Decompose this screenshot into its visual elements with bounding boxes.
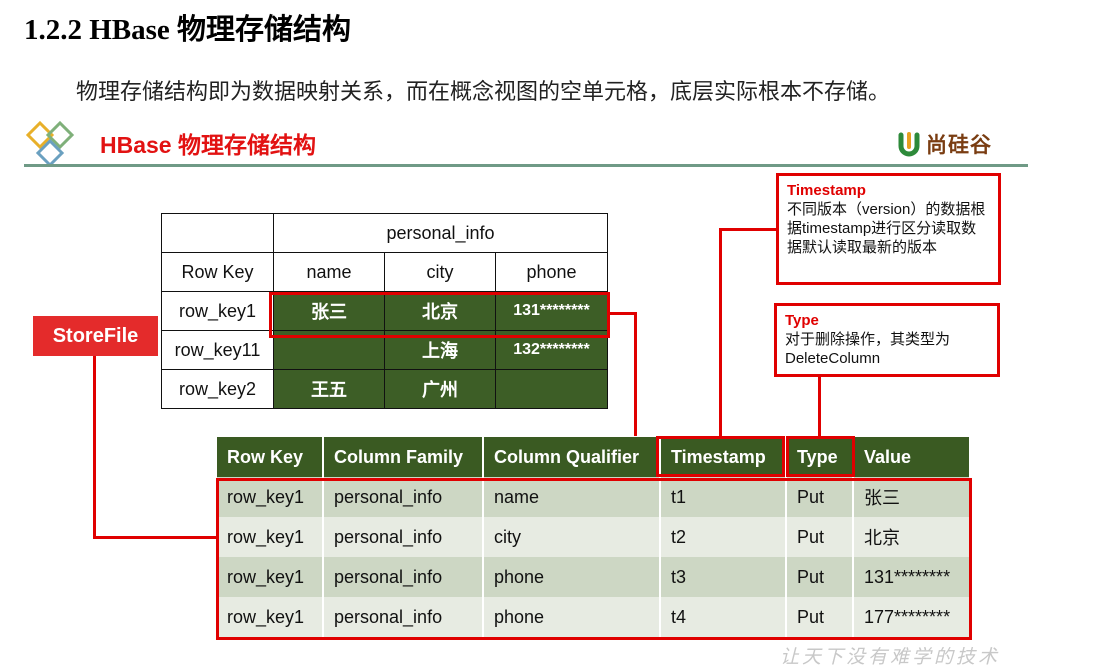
connector-line	[93, 354, 96, 539]
timestamp-header-highlight-box	[656, 436, 785, 477]
page-heading: 1.2.2 HBase 物理存储结构	[24, 14, 352, 46]
header-cell: Value	[853, 437, 969, 477]
header-cell: Column Family	[323, 437, 484, 477]
header-cell: name	[273, 252, 385, 292]
table-row: row_key2 王五 广州	[161, 369, 608, 409]
row-key-cell: row_key1	[161, 291, 274, 331]
connector-line	[607, 312, 637, 315]
header-cell: Row Key	[161, 252, 274, 292]
slide-title: HBase 物理存储结构	[100, 132, 316, 158]
table-row: personal_info	[161, 213, 608, 253]
callout-title: Type	[785, 312, 819, 329]
table-row: Row Key name city phone	[161, 252, 608, 292]
row-key-cell: row_key11	[161, 330, 274, 370]
header-row: Row Key Column Family Column Qualifier T…	[217, 437, 969, 477]
callout-body: 对于删除操作，其类型为DeleteColumn	[785, 331, 951, 367]
column-family-header: personal_info	[273, 213, 608, 253]
brand-logo: 尚硅谷	[896, 130, 992, 158]
data-cell: 王五	[273, 369, 385, 409]
header-cell: Row Key	[217, 437, 324, 477]
row-highlight-box	[269, 292, 610, 338]
header-cell: phone	[495, 252, 608, 292]
header-cell: Column Qualifier	[483, 437, 661, 477]
timestamp-callout: Timestamp 不同版本（version）的数据根据timestamp进行区…	[776, 173, 1001, 285]
data-cell	[495, 369, 608, 409]
storefile-label: StoreFile	[33, 316, 158, 356]
connector-line	[634, 312, 637, 436]
banner-divider	[24, 164, 1028, 167]
connector-line	[818, 376, 821, 436]
empty-corner-cell	[161, 213, 274, 253]
connector-line	[93, 536, 217, 539]
footer-slogan: 让天下没有难学的技术	[780, 646, 1001, 668]
callout-title: Timestamp	[787, 182, 866, 199]
type-callout: Type 对于删除操作，其类型为DeleteColumn	[774, 303, 1000, 377]
callout-body: 不同版本（version）的数据根据timestamp进行区分读取数据默认读取最…	[787, 201, 986, 256]
connector-line	[719, 228, 722, 436]
header-cell: city	[384, 252, 496, 292]
row-key-cell: row_key2	[161, 369, 274, 409]
brand-u-icon	[898, 132, 920, 157]
page-subtitle: 物理存储结构即为数据映射关系，而在概念视图的空单元格，底层实际根本不存储。	[76, 79, 891, 104]
connector-line	[719, 228, 777, 231]
storefile-rows-highlight-box	[216, 478, 972, 640]
brand-name: 尚硅谷	[926, 133, 992, 157]
type-header-highlight-box	[786, 436, 855, 477]
logo-diamonds-icon	[26, 121, 75, 167]
data-cell: 广州	[384, 369, 496, 409]
